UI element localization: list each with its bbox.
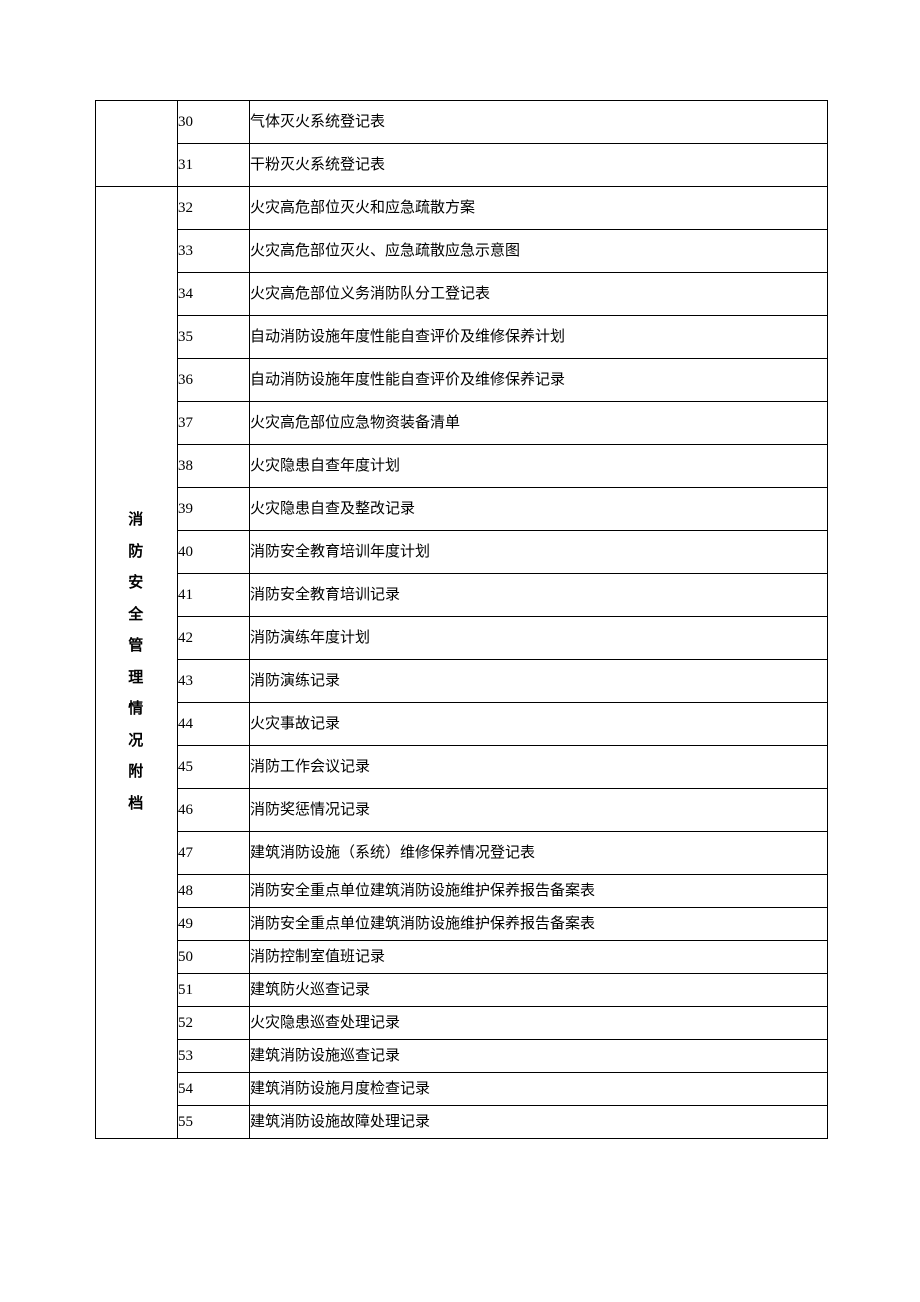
row-description: 建筑防火巡查记录: [250, 974, 828, 1007]
table-row: 消防安全管理情况附档32火灾高危部位灭火和应急疏散方案: [96, 187, 828, 230]
table-row: 31干粉灭火系统登记表: [96, 144, 828, 187]
row-description: 消防奖惩情况记录: [250, 789, 828, 832]
row-number: 31: [178, 144, 250, 187]
section2-category-label: 消防安全管理情况附档: [128, 505, 145, 820]
row-number: 33: [178, 230, 250, 273]
row-description: 干粉灭火系统登记表: [250, 144, 828, 187]
table-row: 48消防安全重点单位建筑消防设施维护保养报告备案表: [96, 875, 828, 908]
row-description: 火灾事故记录: [250, 703, 828, 746]
table-row: 37火灾高危部位应急物资装备清单: [96, 402, 828, 445]
row-description: 气体灭火系统登记表: [250, 101, 828, 144]
row-number: 49: [178, 908, 250, 941]
table-row: 44火灾事故记录: [96, 703, 828, 746]
row-description: 火灾隐患自查及整改记录: [250, 488, 828, 531]
row-number: 45: [178, 746, 250, 789]
section1-category-cell: [96, 101, 178, 187]
row-number: 40: [178, 531, 250, 574]
row-number: 47: [178, 832, 250, 875]
table-row: 38火灾隐患自查年度计划: [96, 445, 828, 488]
row-description: 火灾隐患自查年度计划: [250, 445, 828, 488]
table-row: 49消防安全重点单位建筑消防设施维护保养报告备案表: [96, 908, 828, 941]
table-row: 52火灾隐患巡查处理记录: [96, 1007, 828, 1040]
fire-safety-archive-table: 30气体灭火系统登记表31干粉灭火系统登记表消防安全管理情况附档32火灾高危部位…: [95, 100, 828, 1139]
table-row: 40消防安全教育培训年度计划: [96, 531, 828, 574]
row-number: 37: [178, 402, 250, 445]
row-description: 火灾高危部位应急物资装备清单: [250, 402, 828, 445]
row-number: 46: [178, 789, 250, 832]
table-row: 35自动消防设施年度性能自查评价及维修保养计划: [96, 316, 828, 359]
row-description: 消防安全教育培训记录: [250, 574, 828, 617]
row-number: 30: [178, 101, 250, 144]
table-row: 45消防工作会议记录: [96, 746, 828, 789]
table-row: 39火灾隐患自查及整改记录: [96, 488, 828, 531]
table-row: 43消防演练记录: [96, 660, 828, 703]
row-number: 34: [178, 273, 250, 316]
row-description: 火灾高危部位灭火、应急疏散应急示意图: [250, 230, 828, 273]
row-description: 消防演练记录: [250, 660, 828, 703]
table-row: 33火灾高危部位灭火、应急疏散应急示意图: [96, 230, 828, 273]
row-number: 41: [178, 574, 250, 617]
row-description: 消防安全重点单位建筑消防设施维护保养报告备案表: [250, 875, 828, 908]
row-description: 消防控制室值班记录: [250, 941, 828, 974]
row-number: 44: [178, 703, 250, 746]
row-number: 50: [178, 941, 250, 974]
document-page: 30气体灭火系统登记表31干粉灭火系统登记表消防安全管理情况附档32火灾高危部位…: [0, 0, 920, 1302]
row-description: 自动消防设施年度性能自查评价及维修保养记录: [250, 359, 828, 402]
row-number: 53: [178, 1040, 250, 1073]
row-number: 42: [178, 617, 250, 660]
table-row: 34火灾高危部位义务消防队分工登记表: [96, 273, 828, 316]
row-number: 32: [178, 187, 250, 230]
table-row: 50消防控制室值班记录: [96, 941, 828, 974]
row-number: 43: [178, 660, 250, 703]
table-row: 51建筑防火巡查记录: [96, 974, 828, 1007]
row-description: 建筑消防设施故障处理记录: [250, 1106, 828, 1139]
row-description: 消防工作会议记录: [250, 746, 828, 789]
table-row: 36自动消防设施年度性能自查评价及维修保养记录: [96, 359, 828, 402]
row-description: 消防安全教育培训年度计划: [250, 531, 828, 574]
row-description: 自动消防设施年度性能自查评价及维修保养计划: [250, 316, 828, 359]
row-number: 36: [178, 359, 250, 402]
row-description: 建筑消防设施巡查记录: [250, 1040, 828, 1073]
table-row: 47建筑消防设施（系统）维修保养情况登记表: [96, 832, 828, 875]
row-number: 48: [178, 875, 250, 908]
row-description: 建筑消防设施月度检查记录: [250, 1073, 828, 1106]
section2-category-cell: 消防安全管理情况附档: [96, 187, 178, 1139]
row-number: 52: [178, 1007, 250, 1040]
row-number: 55: [178, 1106, 250, 1139]
table-row: 30气体灭火系统登记表: [96, 101, 828, 144]
row-description: 消防演练年度计划: [250, 617, 828, 660]
table-row: 54建筑消防设施月度检查记录: [96, 1073, 828, 1106]
table-row: 42消防演练年度计划: [96, 617, 828, 660]
table-row: 46消防奖惩情况记录: [96, 789, 828, 832]
row-description: 建筑消防设施（系统）维修保养情况登记表: [250, 832, 828, 875]
table-row: 55建筑消防设施故障处理记录: [96, 1106, 828, 1139]
row-number: 35: [178, 316, 250, 359]
row-description: 火灾高危部位灭火和应急疏散方案: [250, 187, 828, 230]
row-description: 火灾隐患巡查处理记录: [250, 1007, 828, 1040]
row-description: 火灾高危部位义务消防队分工登记表: [250, 273, 828, 316]
row-number: 38: [178, 445, 250, 488]
row-number: 39: [178, 488, 250, 531]
table-row: 41消防安全教育培训记录: [96, 574, 828, 617]
row-description: 消防安全重点单位建筑消防设施维护保养报告备案表: [250, 908, 828, 941]
table-row: 53建筑消防设施巡查记录: [96, 1040, 828, 1073]
row-number: 51: [178, 974, 250, 1007]
row-number: 54: [178, 1073, 250, 1106]
